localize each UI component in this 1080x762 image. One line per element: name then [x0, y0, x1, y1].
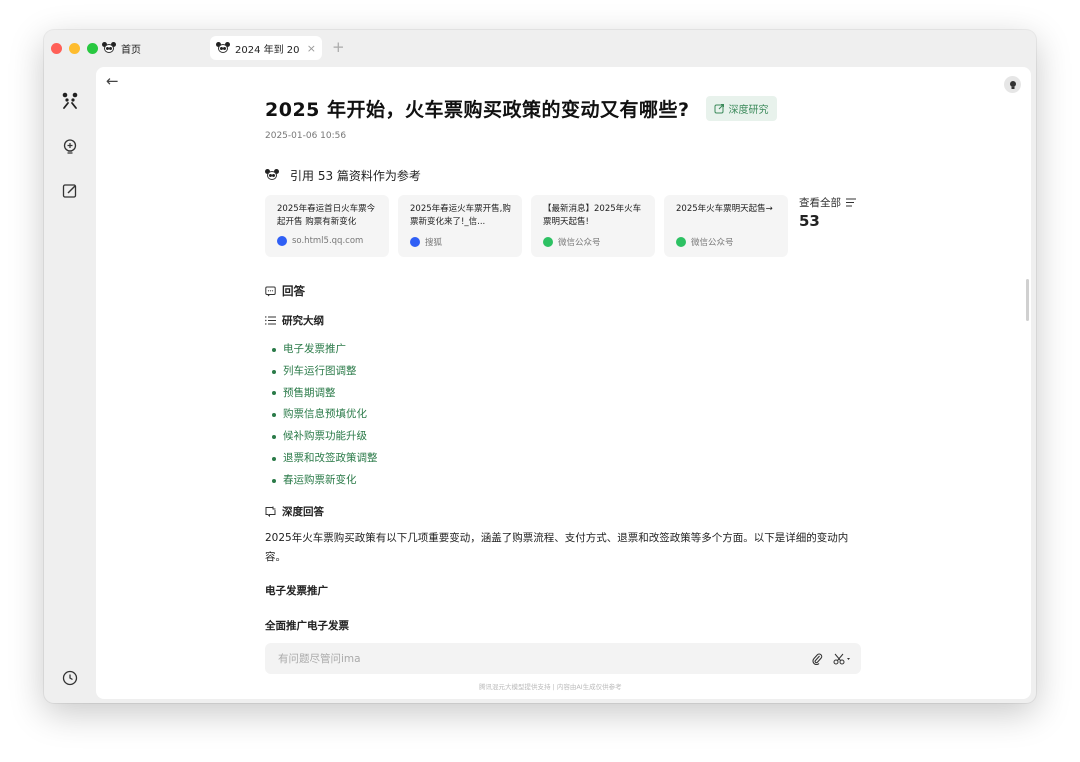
reference-card[interactable]: 2025年春运首日火车票今起开售 购票有新变化 so.html5.qq.com: [265, 195, 389, 257]
export-icon: [714, 104, 724, 114]
reference-title: 【最新消息】2025年火车票明天起售!: [543, 204, 642, 227]
references-heading: 引用 53 篇资料作为参考: [265, 167, 421, 184]
scrollbar[interactable]: [1026, 279, 1029, 321]
panda-logo-icon[interactable]: [60, 90, 80, 110]
close-window-button[interactable]: [51, 43, 62, 54]
tab-home[interactable]: 首页: [102, 36, 141, 60]
outline-item[interactable]: 候补购票功能升级: [272, 426, 378, 448]
wechat-icon: [543, 237, 553, 247]
answer-heading-text: 回答: [282, 284, 305, 298]
outline-heading: 研究大纲: [265, 313, 324, 328]
reference-source: so.html5.qq.com: [277, 236, 379, 246]
deep-research-badge[interactable]: 深度研究: [705, 96, 777, 121]
close-tab-icon[interactable]: ×: [307, 42, 316, 55]
window-controls: [51, 43, 98, 54]
wechat-icon: [676, 237, 686, 247]
sidebar: [44, 68, 96, 703]
page-title: 2025 年开始，火车票购买政策的变动又有哪些?: [265, 99, 690, 121]
intro-paragraph: 2025年火车票购买政策有以下几项重要变动，涵盖了购票流程、支付方式、退票和改签…: [265, 532, 849, 563]
panda-icon: [265, 169, 279, 182]
view-all-label: 查看全部: [799, 195, 867, 210]
chat-refresh-icon: [265, 506, 276, 517]
reference-title: 2025年春运首日火车票今起开售 购票有新变化: [277, 204, 376, 227]
reference-source-name: 微信公众号: [558, 238, 601, 248]
references-heading-text: 引用 53 篇资料作为参考: [290, 169, 421, 183]
timestamp: 2025-01-06 10:56: [265, 131, 347, 141]
answer-heading: 回答: [265, 283, 305, 299]
title-row: 2025 年开始，火车票购买政策的变动又有哪些? 深度研究: [265, 95, 885, 122]
scissors-dropdown-icon[interactable]: [833, 653, 851, 665]
back-button[interactable]: ←: [106, 72, 119, 90]
outline-item[interactable]: 预售期调整: [272, 383, 378, 405]
list-icon: [265, 316, 276, 325]
deep-research-label: 深度研究: [728, 105, 769, 116]
reference-title: 2025年火车票明天起售→: [676, 204, 773, 214]
panda-icon: [216, 41, 230, 55]
chat-icon: [265, 286, 276, 296]
reference-card[interactable]: 【最新消息】2025年火车票明天起售! 微信公众号: [531, 195, 655, 257]
attach-icon[interactable]: [812, 653, 823, 665]
outline-item[interactable]: 购票信息预填优化: [272, 404, 378, 426]
tab-current[interactable]: 2024 年到 202 ×: [210, 36, 322, 60]
history-icon[interactable]: [60, 668, 80, 688]
main-panel: ← 2025 年开始，火车票购买政策的变动又有哪些? 深度研究 2025-01-…: [96, 67, 1031, 699]
outline-item[interactable]: 列车运行图调整: [272, 361, 378, 383]
reference-source: 搜狐: [410, 236, 512, 248]
maximize-window-button[interactable]: [87, 43, 98, 54]
question-input[interactable]: [278, 652, 802, 665]
deep-answer-heading: 深度回答: [265, 504, 324, 519]
browser-icon: [410, 237, 420, 247]
subsection-heading: 全面推广电子发票: [265, 620, 349, 632]
reference-source: 微信公众号: [676, 236, 778, 248]
app-window: 首页 2024 年到 202 × + ← 2025 年开始，火车票购买政策的变动…: [44, 30, 1036, 703]
reference-source: 微信公众号: [543, 236, 645, 248]
reference-source-name: 搜狐: [425, 238, 443, 248]
reference-source-name: 微信公众号: [691, 238, 734, 248]
edit-icon[interactable]: [60, 181, 80, 201]
reference-card[interactable]: 2025年火车票明天起售→ 微信公众号: [664, 195, 788, 257]
outline-item[interactable]: 电子发票推广: [272, 339, 378, 361]
view-all-references[interactable]: 查看全部 53: [797, 195, 867, 257]
view-all-count: 53: [799, 212, 820, 230]
reference-cards: 2025年春运首日火车票今起开售 购票有新变化 so.html5.qq.com …: [265, 195, 867, 257]
bulb-add-icon[interactable]: [60, 137, 80, 157]
minimize-window-button[interactable]: [69, 43, 80, 54]
reference-card[interactable]: 2025年春运火车票开售,购票新变化来了!_信... 搜狐: [398, 195, 522, 257]
section-heading: 电子发票推广: [265, 585, 328, 597]
reference-source-name: so.html5.qq.com: [292, 236, 364, 246]
outline-list: 电子发票推广 列车运行图调整 预售期调整 购票信息预填优化 候补购票功能升级 退…: [272, 339, 378, 492]
tab-current-label: 2024 年到 202: [235, 44, 299, 56]
outline-heading-text: 研究大纲: [282, 315, 324, 327]
outline-item[interactable]: 春运购票新变化: [272, 470, 378, 492]
tab-home-label: 首页: [121, 44, 141, 56]
panda-icon: [102, 41, 116, 55]
footer-disclaimer: 腾讯混元大模型提供支持 | 内容由AI生成仅供参考: [479, 683, 622, 691]
bulb-icon[interactable]: [1004, 76, 1021, 93]
outline-item[interactable]: 退票和改签政策调整: [272, 448, 378, 470]
browser-icon: [277, 236, 287, 246]
deep-answer-heading-text: 深度回答: [282, 506, 324, 518]
reference-title: 2025年春运火车票开售,购票新变化来了!_信...: [410, 204, 511, 227]
list-icon: [846, 198, 856, 207]
view-all-text: 查看全部: [799, 197, 841, 209]
new-tab-button[interactable]: +: [332, 38, 345, 56]
question-input-bar: [265, 643, 861, 674]
